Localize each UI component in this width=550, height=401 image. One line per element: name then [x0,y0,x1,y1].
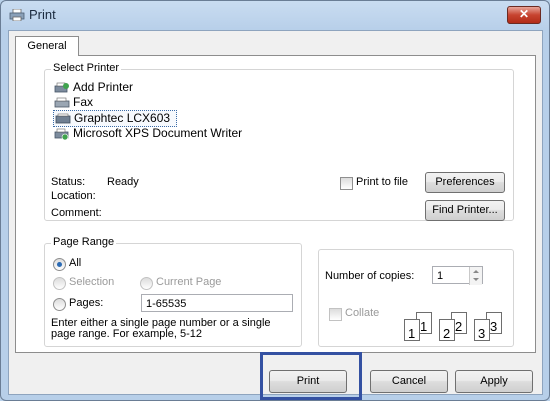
print-to-file-label[interactable]: Print to file [356,176,408,188]
print-to-file-checkbox[interactable] [340,177,353,190]
current-page-radio[interactable] [140,277,153,290]
copies-spinner[interactable] [469,267,482,285]
printer-item-add[interactable]: Add Printer [53,80,133,95]
printer-item-fax[interactable]: Fax [53,95,93,110]
preferences-button[interactable]: Preferences [425,172,505,193]
comment-label: Comment: [51,207,102,219]
collate-page-number: 1 [420,319,428,334]
collate-page-number: 2 [455,319,463,334]
find-printer-button[interactable]: Find Printer... [425,200,505,221]
status-label: Status: [51,176,86,188]
printer-item-xps[interactable]: Microsoft XPS Document Writer [53,126,242,141]
selection-label[interactable]: Selection [69,276,114,288]
collate-label[interactable]: Collate [345,307,379,319]
printer-name: Graphtec LCX603 [74,111,171,125]
general-panel: Select Printer Add Printer Fax Graphtec … [15,55,536,353]
current-page-label[interactable]: Current Page [156,276,221,288]
printer-list[interactable]: Add Printer Fax Graphtec LCX603 Microsof… [53,80,353,142]
apply-button[interactable]: Apply [455,370,533,393]
xps-printer-icon [54,128,70,141]
selection-radio[interactable] [53,277,66,290]
close-button[interactable]: ✕ [507,6,541,24]
page-range-hint: Enter either a single page number or a s… [51,317,271,340]
status-value: Ready [107,176,139,188]
print-button-highlight [260,352,362,400]
collate-illustration: 1 1 2 2 3 3 [404,312,509,344]
printer-icon [55,113,71,125]
title-bar: Print ✕ [1,1,549,29]
printer-icon [9,8,25,22]
add-printer-icon [54,82,70,94]
select-printer-group: Select Printer Add Printer Fax Graphtec … [44,62,514,221]
printer-name: Add Printer [73,80,134,94]
collate-page-number: 2 [443,326,451,341]
collate-page-number: 3 [490,319,498,334]
spin-up-icon[interactable] [473,270,479,273]
print-dialog: Print ✕ General Select Printer Add Print… [0,0,550,401]
location-label: Location: [51,190,96,202]
copies-value: 1 [437,270,444,282]
fax-printer-icon [54,97,70,109]
pages-radio[interactable] [53,298,66,311]
copies-input[interactable]: 1 [432,266,483,285]
page-range-title: Page Range [51,236,117,248]
page-range-group: Page Range All Selection Current Page Pa… [44,236,302,347]
pages-label[interactable]: Pages: [69,297,103,309]
copies-label: Number of copies: [325,270,415,282]
printer-name: Microsoft XPS Document Writer [73,126,243,140]
pages-input[interactable]: 1-65535 [141,294,293,312]
spin-down-icon[interactable] [473,278,479,281]
copies-group: Number of copies: 1 Collate 1 1 2 2 3 3 [318,249,514,347]
cancel-button[interactable]: Cancel [370,370,448,393]
all-label[interactable]: All [69,257,81,269]
printer-item-graphtec[interactable]: Graphtec LCX603 [53,110,178,127]
all-radio[interactable] [53,258,66,271]
collate-page-number: 1 [408,326,416,341]
collate-checkbox[interactable] [329,308,342,321]
dialog-body: General Select Printer Add Printer Fax G… [8,30,543,395]
collate-page-number: 3 [478,326,486,341]
tab-general[interactable]: General [15,36,79,56]
window-title: Print [29,7,56,22]
select-printer-title: Select Printer [51,62,122,74]
printer-name: Fax [73,95,94,109]
